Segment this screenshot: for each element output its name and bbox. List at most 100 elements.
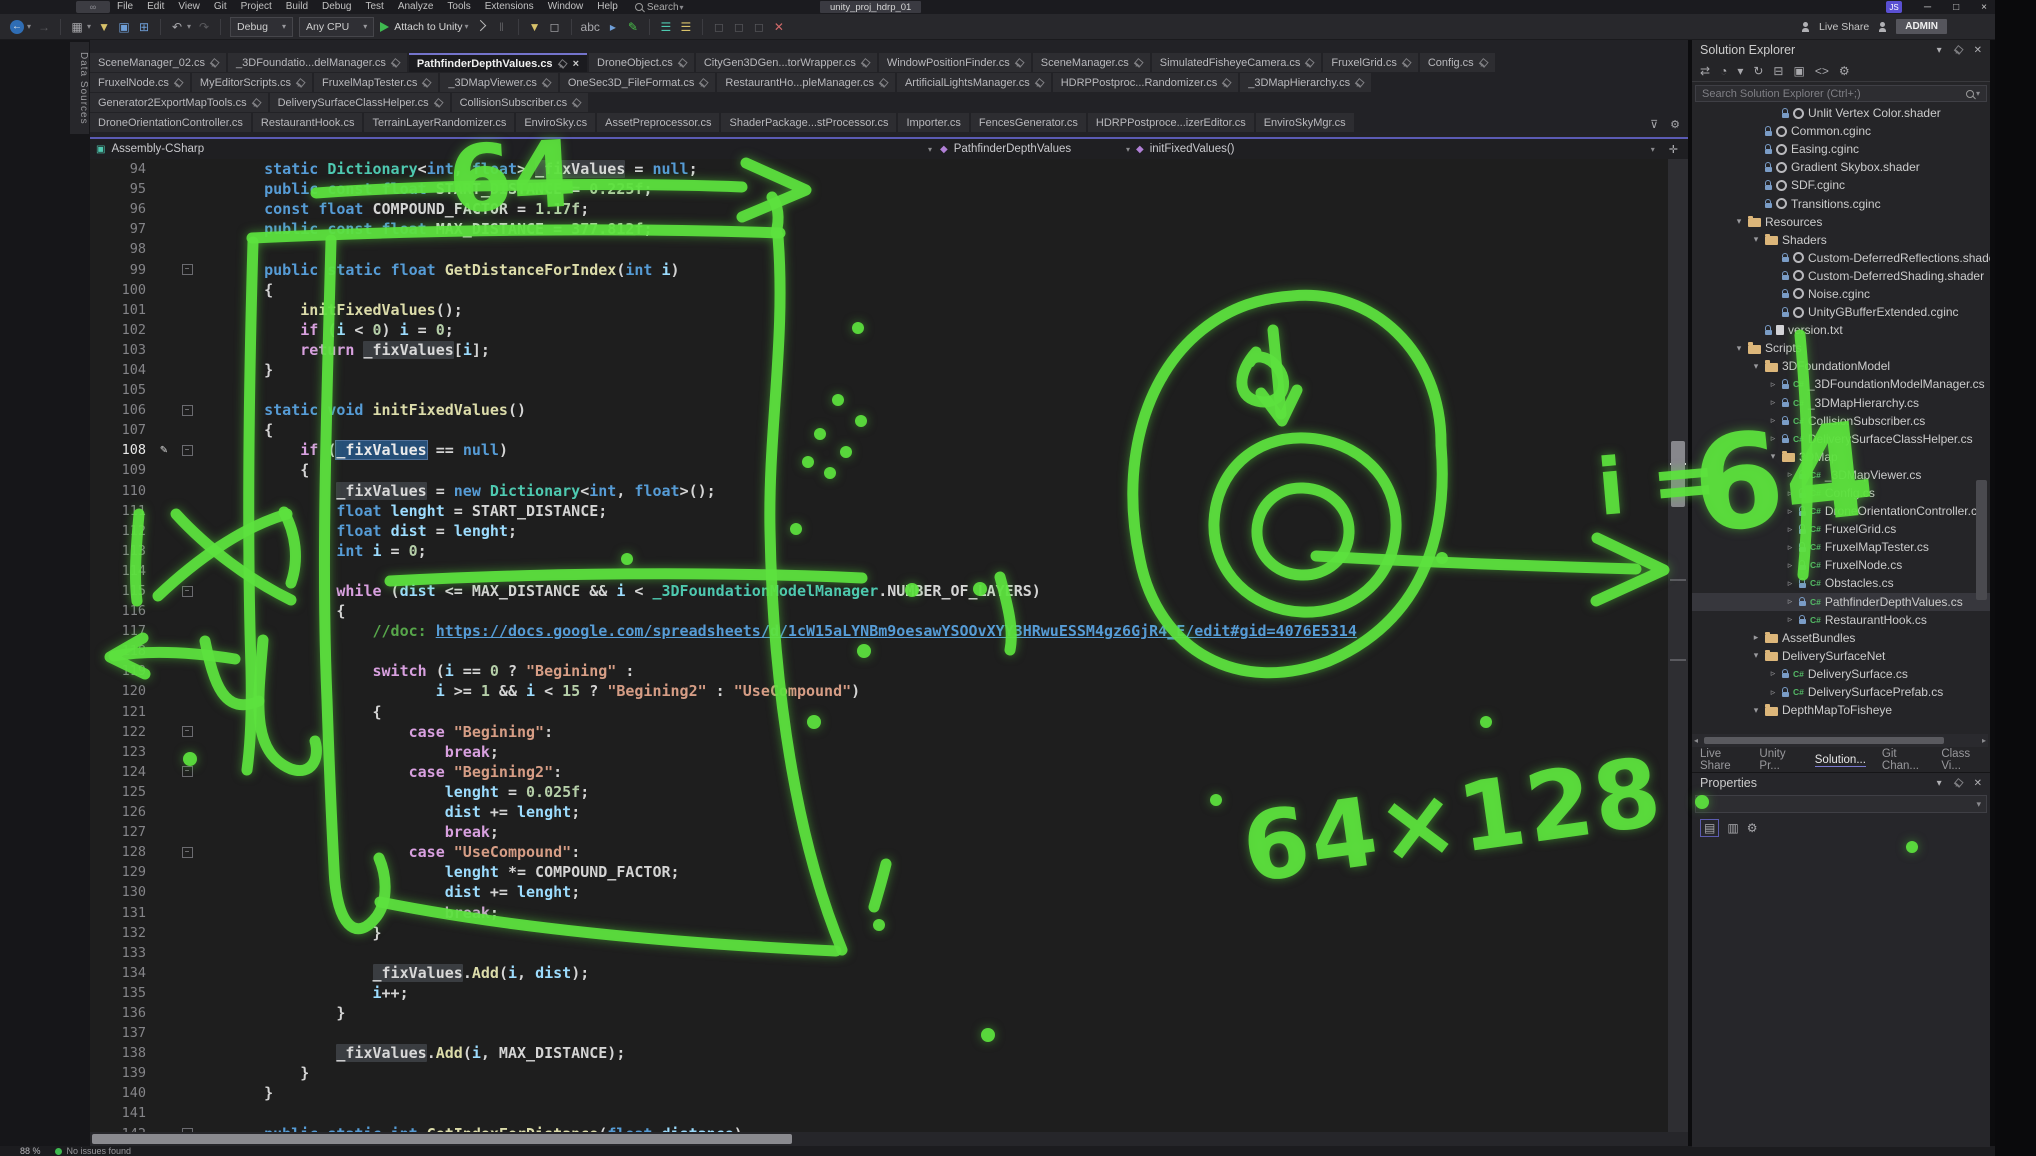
code-line[interactable]: 133	[90, 943, 1668, 963]
chevron-down-icon[interactable]: ▾	[1937, 778, 1942, 789]
pin-icon[interactable]	[1952, 44, 1963, 55]
code-line[interactable]: 110 _fixValues = new Dictionary<int, flo…	[90, 481, 1668, 501]
tree-item[interactable]: ▹C#DroneOrientationController.cs	[1692, 502, 1990, 520]
edit-icon[interactable]: ✎	[626, 18, 640, 36]
tree-horizontal-scrollbar[interactable]: ◂ ▸	[1692, 734, 1988, 747]
code-line[interactable]: 102 if (i < 0) i = 0;	[90, 320, 1668, 340]
menu-view[interactable]: View	[171, 0, 207, 14]
chevron-icon[interactable]: ▾	[1751, 650, 1761, 661]
scrollbar-thumb[interactable]	[1704, 737, 1944, 744]
pin-icon[interactable]	[859, 57, 870, 68]
tree-item[interactable]: ▹C#PathfinderDepthValues.cs	[1692, 593, 1990, 611]
tree-item[interactable]: ▹C#RestaurantHook.cs	[1692, 611, 1990, 629]
code-line[interactable]: 131 break;	[90, 902, 1668, 922]
tree-item[interactable]: UnityGBufferExtended.cginc	[1692, 303, 1990, 321]
editor-tab[interactable]: SimulatedFisheyeCamera.cs	[1152, 53, 1322, 72]
panel-tab-solution-[interactable]: Solution...	[1815, 754, 1866, 767]
chevron-down-icon[interactable]: ▾	[187, 22, 191, 31]
pending-changes-filter-icon[interactable]: ◔	[1720, 64, 1727, 78]
tree-item[interactable]: ▹C#_3DMapHierarchy.cs	[1692, 394, 1990, 412]
editor-tab[interactable]: RestaurantHook.cs	[253, 113, 363, 132]
collapse-icon[interactable]: −	[182, 445, 193, 456]
pin-icon[interactable]	[1132, 57, 1143, 68]
editor-tab[interactable]: OneSec3D_FileFormat.cs	[560, 73, 716, 92]
close-icon[interactable]: ✕	[1974, 45, 1982, 56]
chevron-icon[interactable]: ▹	[1768, 397, 1778, 408]
categorized-icon[interactable]: ▤	[1700, 819, 1719, 837]
project-dropdown[interactable]: ▣ Assembly-CSharp ▾	[90, 143, 940, 155]
code-line[interactable]: 99− public static float GetDistanceForIn…	[90, 259, 1668, 279]
save-icon[interactable]: ▣	[117, 18, 131, 36]
code-line[interactable]: 140 }	[90, 1083, 1668, 1103]
pin-icon[interactable]	[1952, 777, 1963, 788]
user-avatar-badge[interactable]: JS	[1886, 1, 1902, 13]
code-line[interactable]: 114	[90, 561, 1668, 581]
pin-icon[interactable]	[250, 97, 261, 108]
task-list-icon[interactable]: ☰	[659, 18, 673, 36]
editor-tab[interactable]: Importer.cs	[898, 113, 968, 132]
tree-item[interactable]: Noise.cginc	[1692, 285, 1990, 303]
code-line[interactable]: 127 break;	[90, 822, 1668, 842]
tree-scrollbar-thumb[interactable]	[1976, 480, 1987, 600]
menu-extensions[interactable]: Extensions	[478, 0, 541, 14]
editor-tab-active[interactable]: PathfinderDepthValues.cs×	[409, 53, 587, 72]
pin-icon[interactable]	[540, 77, 551, 88]
pin-icon[interactable]	[698, 77, 709, 88]
editor-tab[interactable]: CityGen3DGen...torWrapper.cs	[696, 53, 877, 72]
property-pages-wrench-icon[interactable]: ⚙	[1747, 821, 1758, 835]
code-line[interactable]: 117 //doc: https://docs.google.com/sprea…	[90, 621, 1668, 641]
issues-status[interactable]: No issues found	[67, 1146, 132, 1156]
tree-item[interactable]: ▾Resources	[1692, 213, 1990, 231]
attach-to-unity-button[interactable]: Attach to Unity▾	[380, 21, 468, 33]
tree-item[interactable]: ▹C#FruxelMapTester.cs	[1692, 538, 1990, 556]
start-without-debugging-icon[interactable]	[475, 18, 489, 36]
editor-tab[interactable]: ArtificialLightsManager.cs	[897, 73, 1051, 92]
nav-forward-icon[interactable]: →	[37, 18, 51, 36]
code-line[interactable]: 103 return _fixValues[i];	[90, 340, 1668, 360]
editor-tab[interactable]: _3DMapViewer.cs	[440, 73, 557, 92]
panel-tab-live-share[interactable]: Live Share	[1700, 748, 1743, 772]
chevron-icon[interactable]: ▾	[1751, 705, 1761, 716]
collapse-all-icon[interactable]: ⊟	[1773, 64, 1783, 78]
new-project-icon[interactable]: ▦	[70, 18, 84, 36]
chevron-down-icon[interactable]: ▾	[87, 22, 91, 31]
split-window-icon[interactable]: ✛	[1669, 143, 1678, 156]
chevron-icon[interactable]: ▹	[1768, 668, 1778, 679]
editor-tab[interactable]: ShaderPackage...stProcessor.cs	[721, 113, 896, 132]
code-line[interactable]: 136 }	[90, 1003, 1668, 1023]
pin-icon[interactable]	[172, 77, 183, 88]
editor-tab[interactable]: EnviroSky.cs	[516, 113, 595, 132]
code-line[interactable]: 115− while (dist <= MAX_DISTANCE && i < …	[90, 581, 1668, 601]
chevron-icon[interactable]: ▹	[1785, 524, 1795, 535]
window-prev-icon[interactable]: ◻	[732, 18, 746, 36]
code-line[interactable]: 142− public static int GetIndexForDistan…	[90, 1124, 1668, 1133]
code-line[interactable]: 129 lenght *= COMPOUND_FACTOR;	[90, 862, 1668, 882]
collapse-icon[interactable]: −	[182, 726, 193, 737]
tree-item[interactable]: ▹C#_3DMapViewer.cs	[1692, 466, 1990, 484]
refresh-icon[interactable]: ↻	[1753, 64, 1763, 78]
code-line[interactable]: 101 initFixedValues();	[90, 300, 1668, 320]
panel-tab-unity-pr-[interactable]: Unity Pr...	[1759, 748, 1798, 772]
code-line[interactable]: 132 }	[90, 923, 1668, 943]
editor-tab[interactable]: FruxelNode.cs	[90, 73, 190, 92]
pin-icon[interactable]	[294, 77, 305, 88]
minimize-button[interactable]: ─	[1924, 2, 1931, 13]
admin-button[interactable]: ADMIN	[1896, 19, 1947, 34]
tree-item[interactable]: ▹C#Obstacles.cs	[1692, 574, 1990, 592]
code-line[interactable]: 118	[90, 641, 1668, 661]
menu-debug[interactable]: Debug	[315, 0, 358, 14]
code-line[interactable]: 116 {	[90, 601, 1668, 621]
pin-icon[interactable]	[421, 77, 432, 88]
chevron-icon[interactable]: ▹	[1768, 687, 1778, 698]
class-dropdown[interactable]: ◆ PathfinderDepthValues ▾	[940, 143, 1136, 155]
pin-icon[interactable]	[389, 57, 400, 68]
code-line[interactable]: 141	[90, 1103, 1668, 1123]
tree-item[interactable]: ▾DeliverySurfaceNet	[1692, 647, 1990, 665]
chevron-icon[interactable]: ▹	[1785, 560, 1795, 571]
collapse-icon[interactable]: −	[182, 766, 193, 777]
tree-item[interactable]: ▹C#DeliverySurfaceClassHelper.cs	[1692, 430, 1990, 448]
code-line[interactable]: 108✎− if (_fixValues == null)	[90, 440, 1668, 460]
close-button[interactable]: ×	[1981, 2, 1987, 13]
pin-icon[interactable]	[877, 77, 888, 88]
tree-item[interactable]: ▾DepthMapToFisheye	[1692, 701, 1990, 719]
